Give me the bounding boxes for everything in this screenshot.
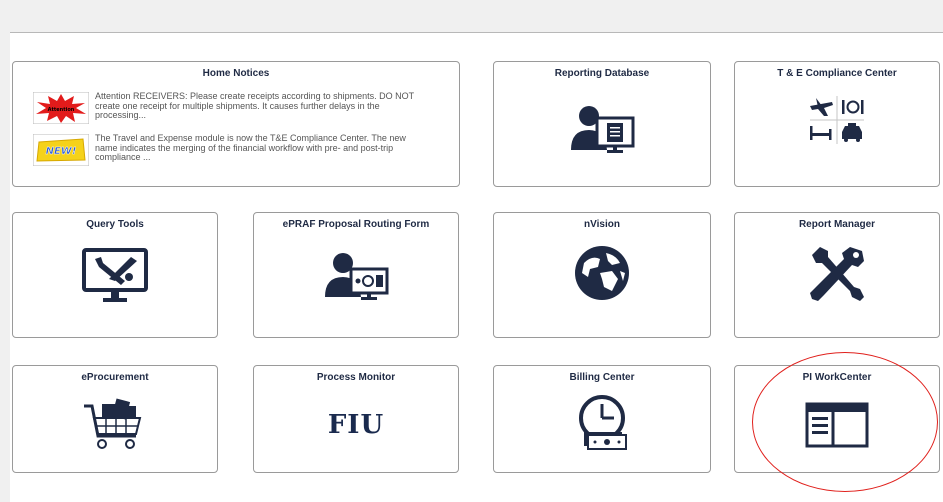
tile-billing-center[interactable]: Billing Center [493, 365, 711, 473]
tile-title: Reporting Database [554, 68, 650, 79]
svg-text:Attention: Attention [48, 107, 75, 113]
tile-reporting-database[interactable]: Reporting Database [493, 61, 711, 187]
tile-title: Billing Center [569, 372, 635, 383]
tile-home-notices[interactable]: Home Notices Attention Attention RECEIVE… [12, 61, 460, 187]
globe-icon [575, 246, 629, 300]
tile-te-compliance-center[interactable]: T & E Compliance Center [734, 61, 940, 187]
top-bar [10, 0, 943, 33]
new-badge-icon: NEW! [33, 134, 89, 166]
notice-item[interactable]: Attention Attention RECEIVERS: Please cr… [33, 91, 414, 126]
tile-query-tools[interactable]: Query Tools [12, 212, 218, 338]
workcenter-layout-icon [805, 402, 869, 448]
tile-title: eProcurement [81, 372, 149, 383]
tile-process-monitor[interactable]: Process Monitor FIU [253, 365, 459, 473]
monitor-tools-icon [82, 248, 148, 302]
tile-title: Query Tools [86, 219, 144, 230]
clock-money-icon [579, 395, 627, 450]
tile-nvision[interactable]: nVision [493, 212, 711, 338]
tile-eprocurement[interactable]: eProcurement [12, 365, 218, 473]
tile-title: T & E Compliance Center [777, 68, 897, 79]
user-monitor-document-icon [571, 106, 635, 153]
notice-text: Attention RECEIVERS: Please create recei… [95, 91, 414, 120]
wrench-screwdriver-icon [810, 247, 864, 301]
notice-text: The Travel and Expense module is now the… [95, 133, 406, 162]
notice-item[interactable]: NEW! The Travel and Expense module is no… [33, 133, 413, 168]
tile-title: Home Notices [202, 68, 270, 79]
shopping-cart-icon [84, 398, 142, 449]
tile-epraf-proposal-routing-form[interactable]: ePRAF Proposal Routing Form [253, 212, 459, 338]
svg-text:NEW!: NEW! [46, 146, 77, 157]
tile-title: Report Manager [798, 219, 876, 230]
tile-title: PI WorkCenter [802, 372, 872, 383]
attention-burst-icon: Attention [33, 92, 89, 124]
tile-title: Process Monitor [316, 372, 396, 383]
user-monitor-globe-icon [325, 253, 389, 300]
tile-pi-workcenter[interactable]: PI WorkCenter [734, 365, 940, 473]
tile-title: nVision [584, 219, 620, 230]
travel-icons-grid-icon [810, 96, 864, 144]
tile-report-manager[interactable]: Report Manager [734, 212, 940, 338]
tile-title: ePRAF Proposal Routing Form [282, 219, 430, 230]
fiu-logo-icon: FIU [327, 410, 385, 440]
